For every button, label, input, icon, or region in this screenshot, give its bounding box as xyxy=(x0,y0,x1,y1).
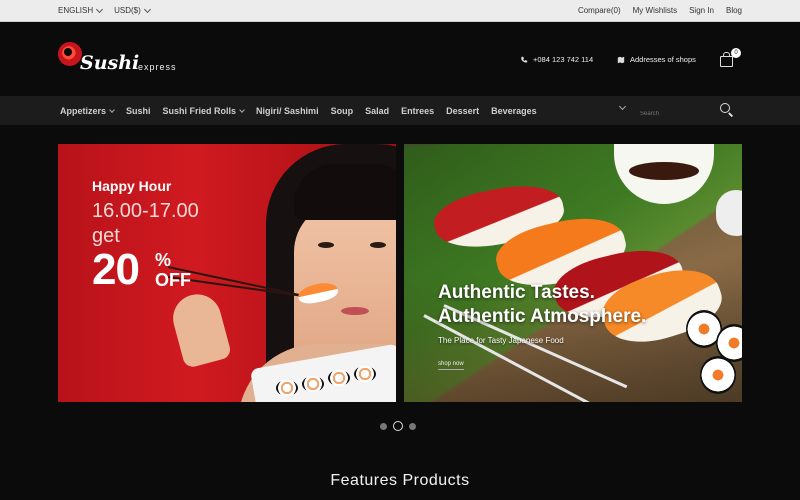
site-header: Sushi express +084 123 742 114 Addresses… xyxy=(0,22,800,96)
banner-sushi-roll xyxy=(354,366,376,382)
nav-item-label: Beverages xyxy=(491,105,537,116)
slider-dot[interactable] xyxy=(380,422,387,430)
banner-hand-shape xyxy=(167,288,233,370)
nav-item-label: Salad xyxy=(365,105,390,116)
authentic-tastes-banner[interactable]: Authentic Tastes. Authentic Atmosphere. … xyxy=(404,144,742,402)
nav-item-label: Nigiri/ Sashimi xyxy=(256,105,319,116)
slider-dot-active[interactable] xyxy=(393,421,403,431)
nav-item-label: Soup xyxy=(330,105,354,116)
banner-discount: 20 xyxy=(92,245,140,294)
banner-headline-line2: Authentic Atmosphere. xyxy=(438,306,647,327)
blog-link[interactable]: Blog xyxy=(726,6,742,15)
main-navigation: Appetizers Sushi Sushi Fried Rolls Nigir… xyxy=(0,96,800,125)
banner-sushi-roll xyxy=(328,370,350,386)
map-icon xyxy=(617,56,625,63)
nav-item-appetizers[interactable]: Appetizers xyxy=(60,105,115,116)
cart-button[interactable]: 0 xyxy=(719,48,741,67)
search-input[interactable] xyxy=(636,106,714,122)
chevron-down-icon xyxy=(239,106,245,113)
phone-contact[interactable]: +084 123 742 114 xyxy=(520,55,593,64)
currency-label: USD($) xyxy=(114,6,141,15)
shopping-bag-icon xyxy=(720,52,733,67)
search-category-chevron-down-icon[interactable] xyxy=(618,102,627,111)
top-utility-bar: ENGLISH USD($) Compare(0) My Wishlists S… xyxy=(0,0,800,22)
nav-item-entrees[interactable]: Entrees xyxy=(401,106,434,116)
section-title: Features Products xyxy=(330,472,470,489)
banner-sushi-roll xyxy=(276,380,298,396)
banner-title: Happy Hour xyxy=(92,178,172,194)
chevron-down-icon xyxy=(143,5,151,14)
banner-headline-line1: Authentic Tastes. xyxy=(438,282,595,303)
happy-hour-banner[interactable]: Happy Hour 16.00-17.00 get 20 % OFF xyxy=(58,144,396,402)
language-selector[interactable]: ENGLISH xyxy=(58,5,104,15)
nav-item-label: Sushi xyxy=(126,105,151,116)
compare-link[interactable]: Compare(0) xyxy=(578,6,621,15)
nav-item-label: Entrees xyxy=(401,105,435,116)
nav-item-beverages[interactable]: Beverages xyxy=(491,106,537,116)
chevron-down-icon xyxy=(96,5,104,14)
sign-in-link[interactable]: Sign In xyxy=(689,6,714,15)
currency-selector[interactable]: USD($) xyxy=(114,5,151,15)
nav-item-sushi[interactable]: Sushi xyxy=(126,106,151,116)
search-form xyxy=(636,102,746,122)
banner-lips-shape xyxy=(341,307,369,315)
banner-off: OFF xyxy=(155,270,191,290)
logo-word: Sushi xyxy=(80,52,140,74)
addresses-link[interactable]: Addresses of shops xyxy=(617,55,696,64)
nav-item-label: Dessert xyxy=(446,105,480,116)
nav-item-label: Appetizers xyxy=(60,105,107,116)
language-label: ENGLISH xyxy=(58,6,94,15)
banner-sushi-roll xyxy=(302,376,324,392)
addresses-label: Addresses of shops xyxy=(630,55,696,64)
logo-subtitle: express xyxy=(138,62,177,72)
nav-item-dessert[interactable]: Dessert xyxy=(446,106,479,116)
banner-bowl xyxy=(716,190,742,236)
wishlists-link[interactable]: My Wishlists xyxy=(633,6,677,15)
chevron-down-icon xyxy=(109,106,115,113)
banner-eye-shape xyxy=(318,242,334,248)
shop-now-link[interactable]: shop now xyxy=(438,361,464,370)
nav-item-sushi-fried-rolls[interactable]: Sushi Fried Rolls xyxy=(163,106,245,116)
banner-time: 16.00-17.00 xyxy=(92,200,199,222)
logo[interactable]: Sushi express xyxy=(58,40,188,80)
banner-percent: % xyxy=(155,250,172,270)
phone-number: +084 123 742 114 xyxy=(533,55,594,64)
nav-item-salad[interactable]: Salad xyxy=(365,106,389,116)
nav-item-nigiri-sashimi[interactable]: Nigiri/ Sashimi xyxy=(256,106,319,116)
banner-bangs-shape xyxy=(294,164,396,220)
nav-item-soup[interactable]: Soup xyxy=(331,106,354,116)
nav-item-label: Sushi Fried Rolls xyxy=(162,105,237,116)
banner-subtitle: The Place for Tasty Japanese Food xyxy=(438,336,564,345)
search-icon[interactable] xyxy=(720,103,733,116)
cart-count-badge: 0 xyxy=(731,48,741,58)
slider-dot[interactable] xyxy=(409,422,416,430)
logo-mark-icon xyxy=(58,42,82,66)
banner-eye-shape xyxy=(370,242,386,248)
phone-icon xyxy=(521,56,528,63)
banner-maki-roll xyxy=(700,356,736,394)
slider-pagination xyxy=(380,421,416,431)
